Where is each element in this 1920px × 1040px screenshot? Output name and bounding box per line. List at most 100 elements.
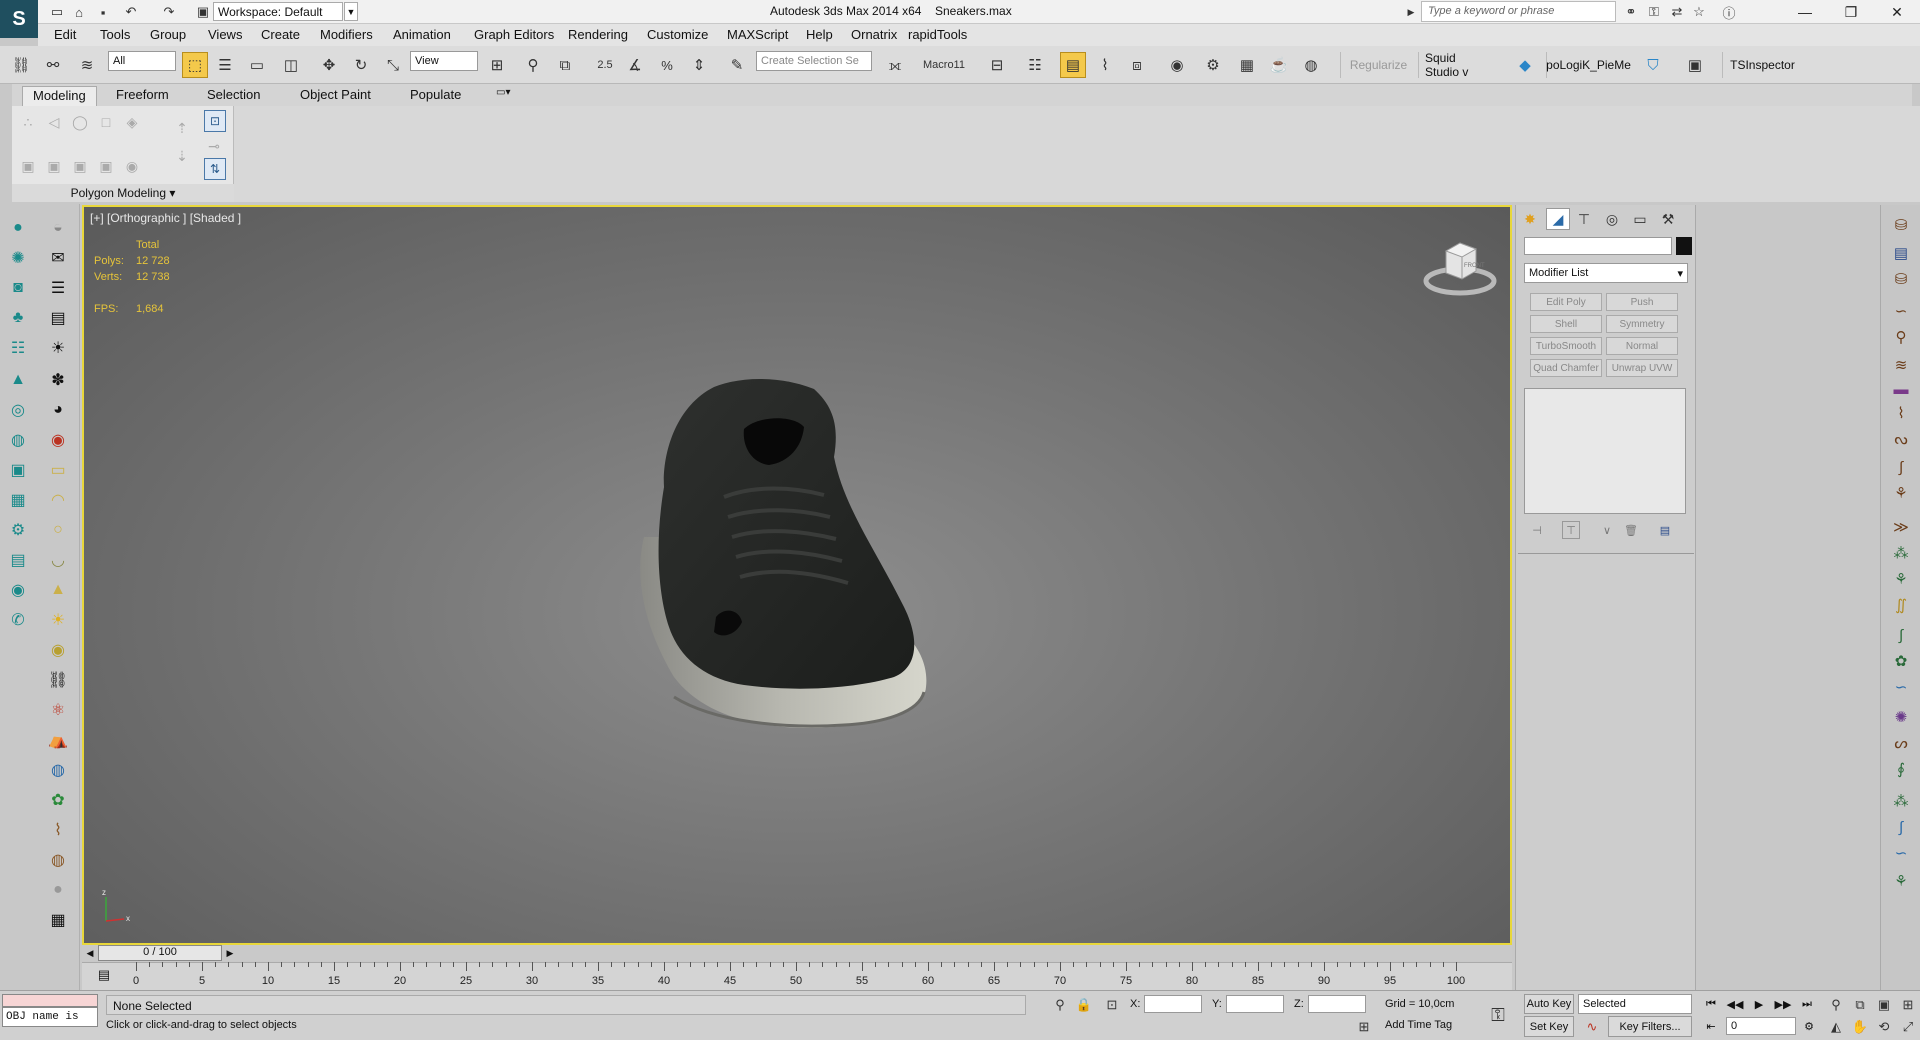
tool-icon-03[interactable]: ⛁ — [1889, 267, 1913, 291]
tool-icon-05[interactable]: ⚲ — [1889, 325, 1913, 349]
light-bulb-icon[interactable]: ✆ — [6, 608, 30, 632]
exchange-icon[interactable]: ⇄ — [1668, 3, 1686, 21]
tool-icon-04[interactable]: ∽ — [1889, 299, 1913, 323]
binoculars-icon[interactable]: ⚭ — [1622, 3, 1640, 21]
percent-snap-icon[interactable]: % — [654, 52, 680, 78]
search-input[interactable]: Type a keyword or phrase — [1421, 1, 1616, 22]
schematic-view-icon[interactable]: ⧈ — [1124, 52, 1150, 78]
bind-space-warp-icon[interactable]: ≋ — [74, 52, 100, 78]
scale-icon[interactable]: ⤡ — [380, 52, 406, 78]
ribbon-panel-title[interactable]: Polygon Modeling ▾ — [12, 184, 234, 202]
record-icon[interactable]: ◉ — [46, 428, 70, 452]
tent-icon[interactable]: ⛺ — [46, 728, 70, 752]
film-icon[interactable]: ◕ — [46, 398, 70, 422]
next-modifier-icon[interactable]: ▣ — [70, 156, 90, 176]
tab-populate[interactable]: Populate — [400, 86, 471, 106]
layers-icon[interactable]: ☷ — [6, 336, 30, 360]
mirror-icon[interactable]: ⟗ — [882, 52, 908, 78]
camera-icon[interactable]: ◙ — [6, 276, 30, 300]
vertex-mode-icon[interactable]: ∴ — [18, 112, 38, 132]
tool-icon-13[interactable]: ⁂ — [1889, 541, 1913, 565]
selection-filter-dropdown[interactable]: All — [108, 51, 176, 71]
plugin-shield-icon[interactable]: ⛉ — [1640, 52, 1666, 78]
move-up-icon[interactable]: ⇡ — [172, 118, 192, 138]
viewport-orthographic[interactable]: [+] [Orthographic ] [Shaded ] Total Poly… — [82, 205, 1512, 945]
time-slider-track[interactable] — [82, 945, 1512, 961]
monitor-icon[interactable]: ▦ — [6, 488, 30, 512]
grid-icon[interactable]: ▦ — [46, 908, 70, 932]
redo-icon[interactable]: ↷ — [160, 3, 178, 21]
zoom-extents-all-icon[interactable]: ⊞ — [1898, 995, 1918, 1015]
regularize-button[interactable]: Regularize — [1340, 52, 1416, 78]
tool-icon-22[interactable]: ⁂ — [1889, 789, 1913, 813]
tool-icon-15[interactable]: ∬ — [1889, 593, 1913, 617]
layer-manager-icon[interactable]: ☷ — [1022, 52, 1048, 78]
basket-icon[interactable]: ◍ — [46, 848, 70, 872]
time-config-icon[interactable]: ⚙ — [1798, 1016, 1820, 1036]
move-down-icon[interactable]: ⇣ — [172, 146, 192, 166]
tool-icon-10[interactable]: ∫ — [1889, 455, 1913, 479]
table-icon[interactable]: ▤ — [46, 306, 70, 330]
squid-studio-button[interactable]: Squid Studio v — [1418, 51, 1498, 79]
time-prev-icon[interactable]: ◀ — [84, 946, 96, 960]
tab-selection[interactable]: Selection — [197, 86, 270, 106]
render-teapot-icon[interactable]: ☕ — [1266, 52, 1292, 78]
menu-customize[interactable]: Customize — [647, 27, 708, 42]
orbit-icon[interactable]: ⟲ — [1874, 1017, 1894, 1037]
scene-explorer-icon[interactable]: ▤ — [1060, 52, 1086, 78]
normal-button[interactable]: Normal — [1606, 337, 1678, 355]
frame-icon[interactable]: ▣ — [6, 458, 30, 482]
curve-editor-toggle-icon[interactable]: ▤ — [94, 966, 114, 984]
tab-freeform[interactable]: Freeform — [106, 86, 179, 106]
plant-icon[interactable]: ✿ — [46, 788, 70, 812]
named-selection-dropdown[interactable]: Create Selection Se — [756, 51, 872, 71]
make-unique-icon[interactable]: ∨ — [1598, 521, 1616, 539]
border-mode-icon[interactable]: ◯ — [70, 112, 90, 132]
search-toggle-icon[interactable]: ▶ — [1402, 3, 1420, 21]
key-filters-button[interactable]: Key Filters... — [1608, 1016, 1692, 1037]
viewcube[interactable]: FRONT — [1422, 237, 1498, 300]
menu-tools[interactable]: Tools — [100, 27, 130, 42]
unwrap-uvw-button[interactable]: Unwrap UVW — [1606, 359, 1678, 377]
menu-rapidtools[interactable]: rapidTools — [908, 27, 967, 42]
select-and-link-icon[interactable]: ⛓ — [8, 52, 34, 78]
modify-tab-icon[interactable]: ◢ — [1546, 208, 1570, 230]
save-icon[interactable]: ▪ — [94, 3, 112, 21]
dome-icon[interactable]: ◠ — [46, 488, 70, 512]
remove-modifier-icon[interactable]: 🗑 — [1622, 521, 1640, 539]
angle-snap-icon[interactable]: ∡ — [622, 52, 648, 78]
create-geometry-icon[interactable]: ● — [6, 216, 30, 240]
time-tag-icon[interactable]: ⊞ — [1354, 1017, 1374, 1037]
eye-icon[interactable]: ◉ — [6, 578, 30, 602]
keyboard-shortcut-icon[interactable]: ⧉ — [552, 52, 578, 78]
menu-create[interactable]: Create — [261, 27, 300, 42]
cone-icon[interactable]: ▲ — [6, 368, 30, 392]
list-icon[interactable]: ☰ — [46, 276, 70, 300]
tool-icon-19[interactable]: ✺ — [1889, 705, 1913, 729]
create-tab-icon[interactable]: ✸ — [1518, 208, 1542, 230]
absolute-mode-icon[interactable]: ⊡ — [1102, 995, 1122, 1015]
key-mode-icon[interactable]: ⚿ — [1488, 1005, 1508, 1025]
rectangular-selection-icon[interactable]: ▭ — [244, 52, 270, 78]
goto-end-icon[interactable]: ⏭ — [1796, 994, 1818, 1014]
sphere-icon[interactable]: ○ — [46, 518, 70, 542]
topologik-button[interactable]: poLogiK_PieMe — [1546, 52, 1631, 78]
graphite-icon[interactable]: ◒ — [46, 216, 70, 240]
use-soft-selection-icon[interactable]: ⊡ — [204, 110, 226, 132]
molecule-icon[interactable]: ⚛ — [46, 698, 70, 722]
tool-icon-21[interactable]: ∮ — [1889, 757, 1913, 781]
sneaker-model[interactable] — [624, 367, 944, 747]
maximize-viewport-icon[interactable]: ⤢ — [1898, 1017, 1918, 1037]
key-icon[interactable]: ⚿ — [1645, 3, 1663, 21]
current-frame-field[interactable]: 0 — [1726, 1017, 1796, 1035]
tool-icon-18[interactable]: ∽ — [1889, 675, 1913, 699]
menu-edit[interactable]: Edit — [54, 27, 76, 42]
previous-frame-icon[interactable]: ◀◀ — [1724, 994, 1746, 1014]
chain-icon[interactable]: ⛓ — [46, 668, 70, 692]
minimize-icon[interactable]: — — [1782, 0, 1828, 24]
select-by-name-icon[interactable]: ☰ — [212, 52, 238, 78]
menu-graph-editors[interactable]: Graph Editors — [474, 27, 554, 42]
plane-icon[interactable]: ▭ — [46, 458, 70, 482]
rotate-icon[interactable]: ↻ — [348, 52, 374, 78]
tool-icon-25[interactable]: ⚘ — [1889, 869, 1913, 893]
